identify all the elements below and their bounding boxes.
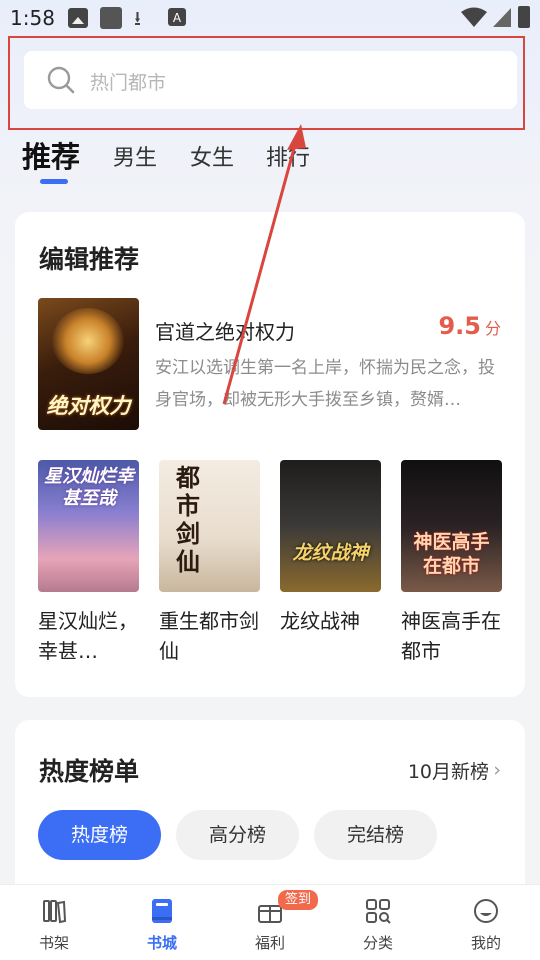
nav-item-bookstore[interactable]: 书城 — [108, 885, 216, 960]
book-title: 龙纹战神 — [280, 609, 360, 633]
image-icon — [68, 8, 88, 28]
status-bar: 1:58 ⭳ A — [0, 0, 540, 36]
battery-icon — [518, 6, 530, 28]
book-title: 星汉灿烂，幸甚… — [38, 609, 138, 663]
bookshelf-icon — [43, 900, 67, 924]
nav-label: 我的 — [470, 934, 501, 952]
book-item[interactable]: 星汉灿烂幸甚至哉 星汉灿烂，幸甚… — [38, 460, 140, 666]
tab-ranking[interactable]: 排行 — [266, 140, 310, 172]
featured-book-description: 安江以选调生第一名上岸，怀揣为民之念，投身官场，却被无形大手拨至乡镇，赘婿… — [155, 358, 495, 410]
profile-icon — [474, 899, 498, 923]
signal-icon — [493, 8, 511, 27]
book-cover: 星汉灿烂幸甚至哉 — [38, 460, 139, 592]
search-placeholder: 热门都市 — [90, 72, 167, 94]
featured-book-score: 9.5 分 — [438, 312, 501, 340]
editor-picks-card: 编辑推荐 绝对权力 官道之绝对权力 9.5 分 安江以选调生第一名上岸，怀揣为民之… — [15, 212, 525, 697]
score-unit: 分 — [484, 319, 501, 338]
score-value: 9.5 — [438, 312, 481, 340]
cover-title-text: 龙纹战神 — [292, 542, 369, 564]
chevron-right-icon[interactable]: › — [493, 759, 501, 781]
nav-item-category[interactable]: 分类 — [324, 885, 432, 960]
featured-book-cover[interactable]: 绝对权力 — [38, 298, 139, 430]
book-title: 神医高手在都市 — [401, 609, 501, 663]
cover-title-text: 星汉灿烂幸甚至哉 — [44, 466, 134, 509]
nav-label: 书架 — [38, 934, 69, 952]
book-item[interactable]: 龙纹战神 龙纹战神 — [280, 460, 382, 636]
cover-title-text: 绝对权力 — [46, 394, 131, 418]
book-item[interactable]: 都市剑仙 重生都市剑仙 — [159, 460, 261, 666]
app-icon — [100, 7, 122, 29]
category-tabs: 推荐 男生 女生 排行 — [0, 134, 540, 190]
wifi-icon — [461, 7, 487, 27]
book-cover: 神医高手在都市 — [401, 460, 502, 592]
category-icon — [366, 899, 391, 924]
search-input[interactable]: 热门都市 — [24, 51, 517, 109]
pill-completed[interactable]: 完结榜 — [314, 810, 437, 860]
download-icon: ⭳ — [134, 6, 141, 30]
book-item[interactable]: 神医高手在都市 神医高手在都市 — [401, 460, 503, 666]
cover-title-text: 神医高手在都市 — [413, 531, 490, 577]
a-icon: A — [168, 8, 186, 26]
cover-art — [52, 308, 124, 374]
nav-label: 福利 — [254, 934, 285, 952]
tab-female[interactable]: 女生 — [190, 140, 234, 172]
book-cover: 都市剑仙 — [159, 460, 260, 592]
nav-item-bookshelf[interactable]: 书架 — [0, 885, 108, 960]
tab-indicator — [40, 179, 68, 184]
book-title: 重生都市剑仙 — [159, 609, 259, 663]
cover-title-text: 都市剑仙 — [176, 464, 200, 576]
book-cover: 龙纹战神 — [280, 460, 381, 592]
section-title: 编辑推荐 — [39, 245, 140, 274]
status-time: 1:58 — [10, 6, 55, 30]
sign-in-badge: 签到 — [278, 890, 319, 910]
pill-high-score[interactable]: 高分榜 — [176, 810, 299, 860]
section-title: 热度榜单 — [39, 757, 140, 786]
bookstore-icon — [152, 899, 172, 923]
ranking-more-link[interactable]: 10月新榜 — [408, 757, 489, 784]
nav-item-profile[interactable]: 我的 — [432, 885, 540, 960]
search-icon — [47, 66, 75, 94]
featured-book-title[interactable]: 官道之绝对权力 — [155, 316, 295, 345]
tab-recommend[interactable]: 推荐 — [22, 134, 80, 176]
pill-hot[interactable]: 热度榜 — [38, 810, 161, 860]
tab-male[interactable]: 男生 — [113, 140, 157, 172]
nav-label: 分类 — [362, 934, 393, 952]
nav-label: 书城 — [146, 934, 177, 952]
bottom-nav: 书架 书城 福利 分类 我的 — [0, 884, 540, 960]
